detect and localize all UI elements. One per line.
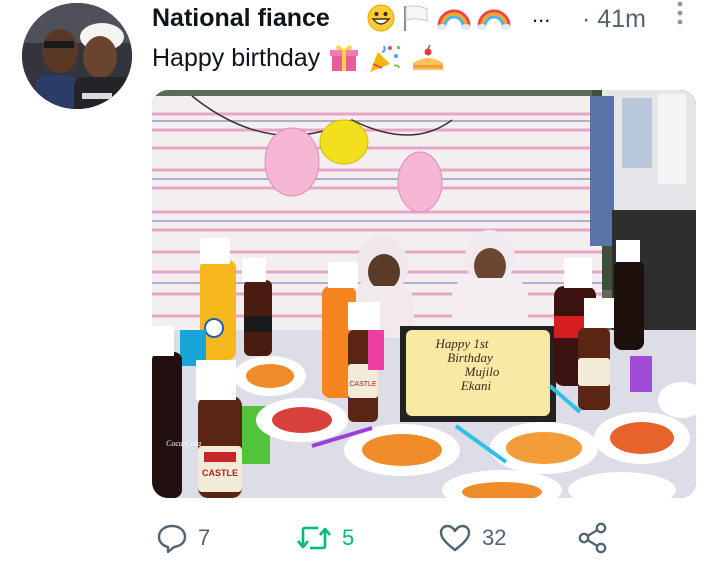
author-name[interactable]: National fiance (152, 4, 330, 33)
reply-button[interactable]: 7 (156, 518, 210, 558)
tweet-actions: 7 5 32 (152, 518, 712, 558)
share-button[interactable] (576, 518, 610, 558)
tweet-timestamp[interactable]: · 41m (582, 5, 646, 34)
retweet-button[interactable]: 5 (296, 518, 354, 558)
tweet-photo[interactable]: CASTLE Happy 1st Birthday Mujilo Ekani C… (152, 90, 696, 498)
tweet-header: National fiance ... · 41m (152, 0, 712, 36)
avatar[interactable] (22, 3, 132, 109)
reply-icon (156, 522, 188, 554)
heart-icon (438, 522, 472, 554)
cake-line-4: Ekani (460, 378, 492, 393)
tweet-body: Happy birthday (152, 43, 321, 72)
party-popper-icon (368, 42, 402, 74)
retweet-count: 5 (342, 525, 355, 550)
cake-line-3: Mujilo (464, 364, 500, 379)
bottle-label: CASTLE (349, 381, 377, 388)
cola-label: Coca-Cola (166, 439, 201, 448)
tweet-text: Happy birthday (152, 42, 446, 74)
wrapped-gift-icon (328, 42, 360, 74)
foreground-bottle-label: CASTLE (202, 468, 238, 478)
cake-line-1: Happy 1st (434, 336, 488, 351)
reply-count: 7 (198, 525, 211, 550)
like-button[interactable]: 32 (438, 518, 506, 558)
name-emoji-row (367, 4, 511, 32)
birthday-cake-icon (410, 42, 446, 74)
grinning-face-icon (367, 4, 395, 32)
like-count: 32 (482, 525, 507, 550)
rainbow-icon (437, 4, 471, 32)
cake-line-2: Birthday (447, 350, 493, 365)
retweet-icon (296, 522, 332, 554)
white-flag-icon (401, 4, 431, 32)
more-options-icon[interactable] (674, 0, 686, 30)
name-truncation: ... (532, 2, 551, 27)
rainbow-icon (477, 4, 511, 32)
share-icon (576, 521, 610, 555)
